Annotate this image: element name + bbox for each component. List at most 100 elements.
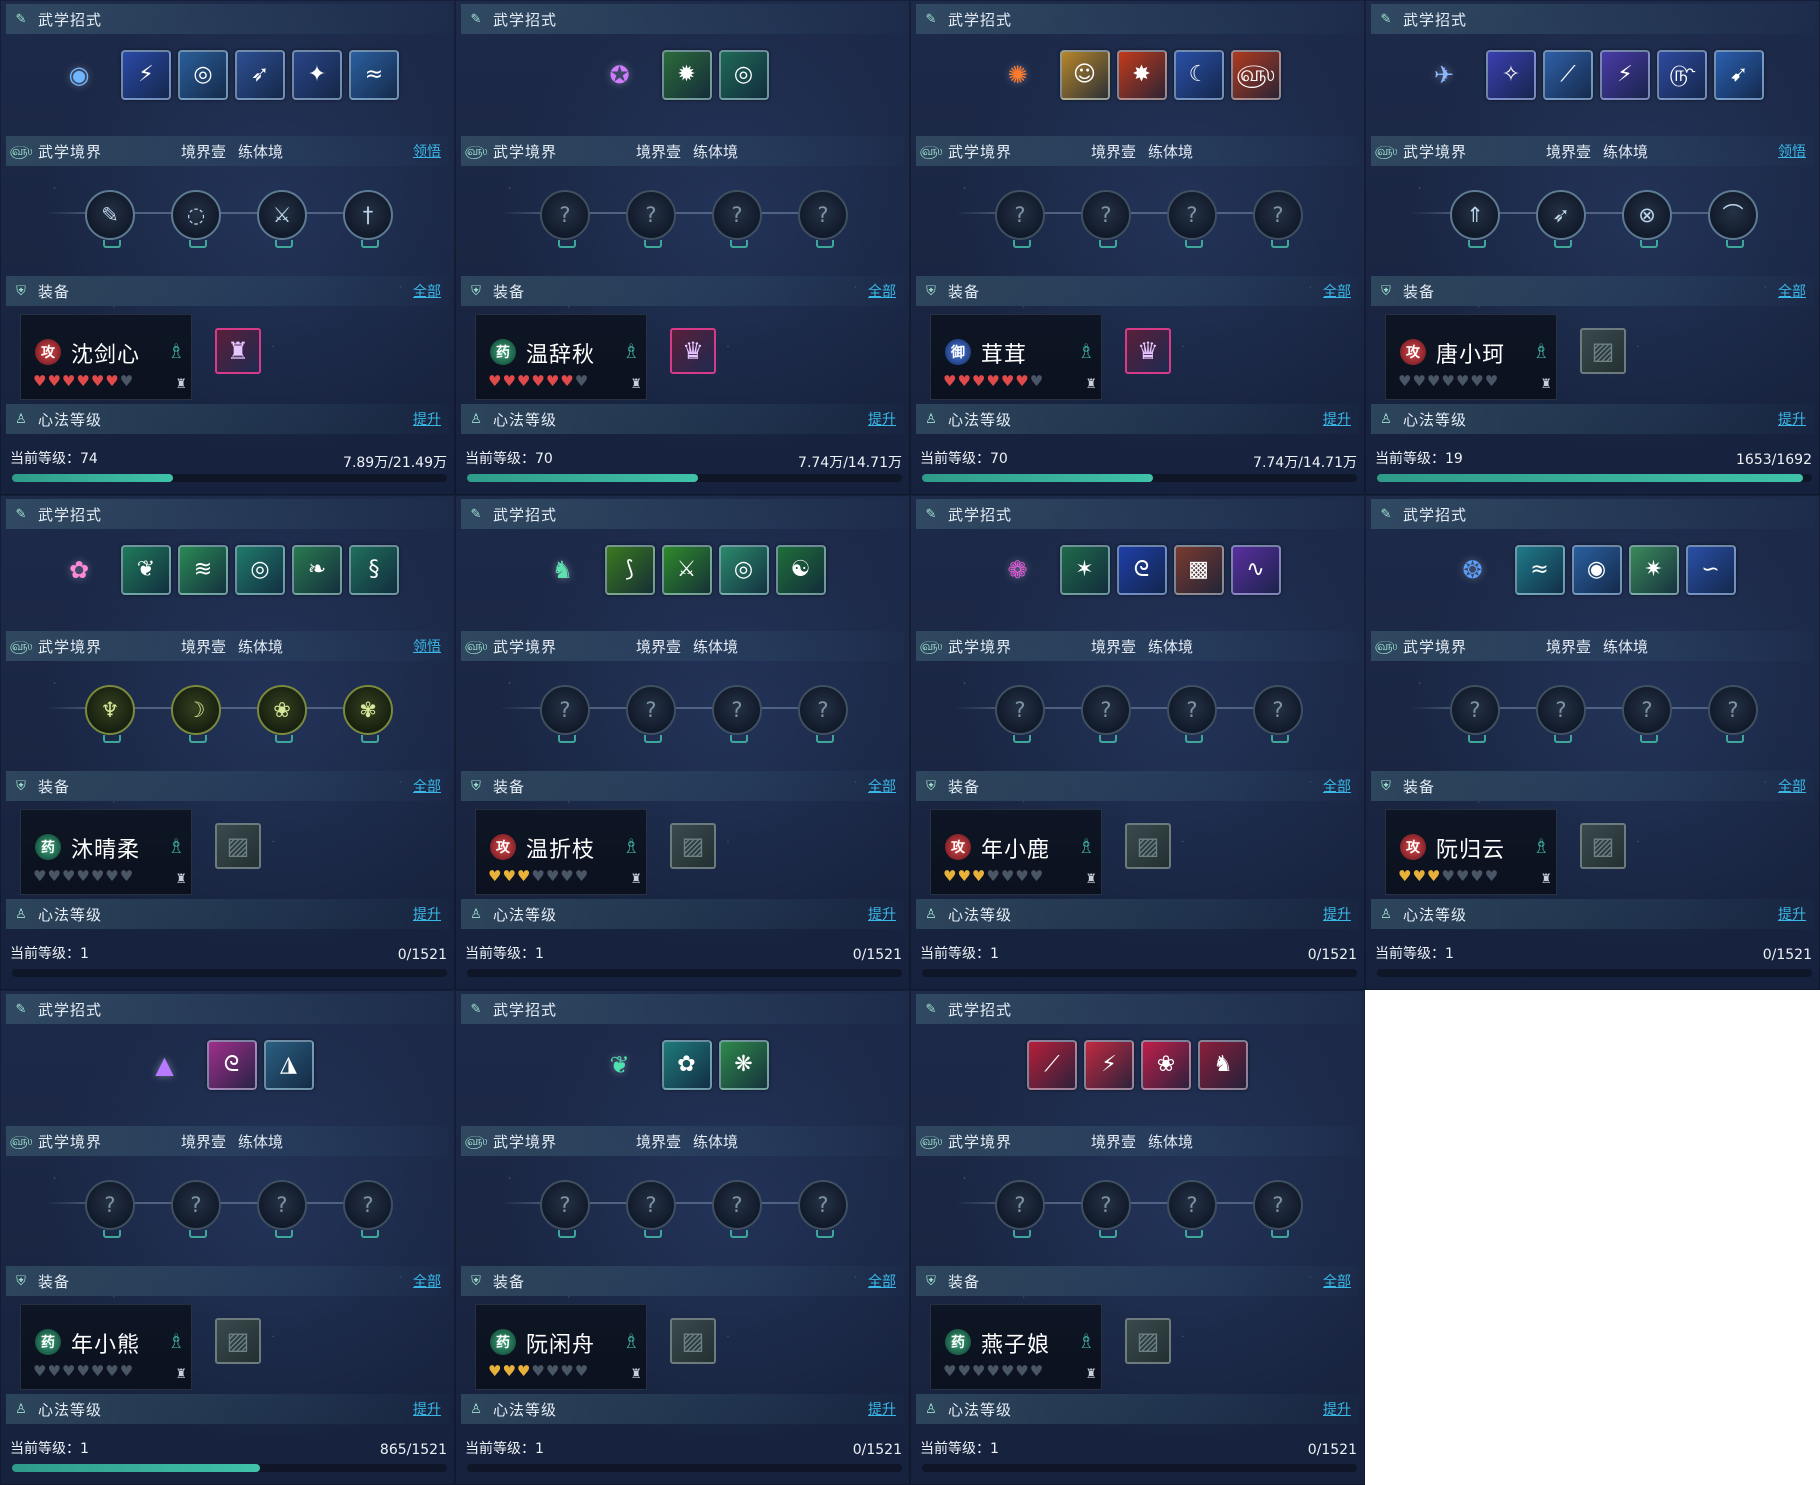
locked-node-icon[interactable]: ? xyxy=(798,1180,848,1238)
red-strike-icon[interactable]: ⚡ xyxy=(1084,1040,1134,1090)
equip-all-link[interactable]: 全部 xyxy=(868,1271,896,1291)
empty-slot-icon[interactable]: ▨ xyxy=(670,823,716,869)
character-card[interactable]: 药温辞秋 ♗ ♥♥♥♥♥♥♥ ♜ xyxy=(475,314,647,400)
green-daisy-icon[interactable]: ❋ xyxy=(718,1040,769,1090)
blue-bird-icon[interactable]: ✈ xyxy=(1421,52,1467,98)
xinfa-upgrade-link[interactable]: 提升 xyxy=(413,409,441,429)
locked-node-icon[interactable]: ? xyxy=(257,1180,307,1238)
equip-all-link[interactable]: 全部 xyxy=(1323,776,1351,796)
purple-rose-icon[interactable]: ❁ xyxy=(995,547,1041,593)
equip-all-link[interactable]: 全部 xyxy=(868,281,896,301)
blue-tide-icon[interactable]: ∽ xyxy=(1685,545,1736,595)
locked-node-icon[interactable]: ? xyxy=(1253,685,1303,743)
locked-node-icon[interactable]: ? xyxy=(1167,1180,1217,1238)
green-leaf-icon[interactable]: ❧ xyxy=(292,545,342,595)
locked-node-icon[interactable]: ? xyxy=(798,190,848,248)
empty-slot-icon[interactable]: ▨ xyxy=(215,823,261,869)
character-card[interactable]: 攻温折枝 ♗ ♥♥♥♥♥♥♥ ♜ xyxy=(475,809,647,895)
fire-burst-icon[interactable]: ✸ xyxy=(1116,50,1167,100)
silver-armor-icon[interactable]: ♛ xyxy=(1125,328,1171,374)
crescent-flower-icon[interactable]: ☽ xyxy=(171,685,221,743)
xinfa-upgrade-link[interactable]: 提升 xyxy=(868,904,896,924)
locked-node-icon[interactable]: ? xyxy=(1081,190,1131,248)
locked-node-icon[interactable]: ? xyxy=(1708,685,1758,743)
locked-node-icon[interactable]: ? xyxy=(712,1180,762,1238)
purple-wave-icon[interactable]: ∿ xyxy=(1230,545,1281,595)
character-card[interactable]: 攻阮归云 ♗ ♥♥♥♥♥♥♥ ♜ xyxy=(1385,809,1557,895)
teal-stream-icon[interactable]: ≈ xyxy=(1514,545,1565,595)
green-warrior-icon[interactable]: ♞ xyxy=(540,547,586,593)
locked-node-icon[interactable]: ? xyxy=(1081,685,1131,743)
lingwu-link[interactable]: 领悟 xyxy=(413,141,441,161)
locked-node-icon[interactable]: ? xyxy=(1167,190,1217,248)
arrow-up-icon[interactable]: ⇑ xyxy=(1450,190,1500,248)
empty-slot-icon[interactable]: ▨ xyxy=(1580,823,1626,869)
blue-orb-icon[interactable]: ◉ xyxy=(56,52,102,98)
xinfa-upgrade-link[interactable]: 提升 xyxy=(1778,904,1806,924)
locked-node-icon[interactable]: ? xyxy=(1253,1180,1303,1238)
blue-wing-icon[interactable]: ➶ xyxy=(235,50,285,100)
green-dragon-icon[interactable]: ❦ xyxy=(121,545,171,595)
golden-buddha-icon[interactable]: ☺ xyxy=(1059,50,1110,100)
green-star-icon[interactable]: ✶ xyxy=(1059,545,1110,595)
locked-node-icon[interactable]: ? xyxy=(995,190,1045,248)
empty-slot-icon[interactable]: ▨ xyxy=(1580,328,1626,374)
equip-all-link[interactable]: 全部 xyxy=(868,776,896,796)
blue-slash-icon[interactable]: ⚡ xyxy=(121,50,171,100)
green-wind-icon[interactable]: ≋ xyxy=(178,545,228,595)
silver-armor-icon[interactable]: ♛ xyxy=(670,328,716,374)
taiji-icon[interactable]: ☯ xyxy=(775,545,826,595)
equip-all-link[interactable]: 全部 xyxy=(1778,281,1806,301)
lingwu-link[interactable]: 领悟 xyxy=(413,636,441,656)
xinfa-upgrade-link[interactable]: 提升 xyxy=(1778,409,1806,429)
locked-node-icon[interactable]: ? xyxy=(626,685,676,743)
xinfa-upgrade-link[interactable]: 提升 xyxy=(868,409,896,429)
empty-slot-icon[interactable]: ▨ xyxy=(215,1318,261,1364)
flame-figure-icon[interactable]: ✺ xyxy=(995,52,1041,98)
green-swirl-icon[interactable]: ◎ xyxy=(235,545,285,595)
blue-vortex-icon[interactable]: ◎ xyxy=(178,50,228,100)
locked-node-icon[interactable]: ? xyxy=(1167,685,1217,743)
blue-whirl-icon[interactable]: ◉ xyxy=(1571,545,1622,595)
purple-figure-icon[interactable]: ✪ xyxy=(597,52,643,98)
xinfa-upgrade-link[interactable]: 提升 xyxy=(1323,904,1351,924)
xinfa-upgrade-link[interactable]: 提升 xyxy=(868,1399,896,1419)
locked-node-icon[interactable]: ? xyxy=(1253,190,1303,248)
crescent-moon-icon[interactable]: ☾ xyxy=(1173,50,1224,100)
locked-node-icon[interactable]: ? xyxy=(712,685,762,743)
locked-node-icon[interactable]: ? xyxy=(995,1180,1045,1238)
locked-node-icon[interactable]: ? xyxy=(1081,1180,1131,1238)
lotus-bloom-icon[interactable]: ✾ xyxy=(343,685,393,743)
character-card[interactable]: 攻唐小珂 ♗ ♥♥♥♥♥♥♥ ♜ xyxy=(1385,314,1557,400)
locked-node-icon[interactable]: ? xyxy=(171,1180,221,1238)
blue-feather-icon[interactable]: ⟋ xyxy=(1543,50,1593,100)
pink-dancer-icon[interactable]: ✿ xyxy=(56,547,102,593)
locked-node-icon[interactable]: ? xyxy=(540,1180,590,1238)
red-rose-icon[interactable]: ❀ xyxy=(1141,1040,1191,1090)
equip-all-link[interactable]: 全部 xyxy=(1778,776,1806,796)
xinfa-upgrade-link[interactable]: 提升 xyxy=(413,904,441,924)
character-card[interactable]: 药燕子娘 ♗ ♥♥♥♥♥♥♥ ♜ xyxy=(930,1304,1102,1390)
green-serpent-icon[interactable]: § xyxy=(349,545,399,595)
blue-dancer-icon[interactable]: ✧ xyxy=(1486,50,1536,100)
green-ring-icon[interactable]: ◎ xyxy=(718,50,769,100)
locked-node-icon[interactable]: ? xyxy=(626,1180,676,1238)
pink-serpent-icon[interactable]: ᘓ xyxy=(206,1040,257,1090)
locked-node-icon[interactable]: ? xyxy=(85,1180,135,1238)
blue-wisp-icon[interactable]: ❂ xyxy=(1450,547,1496,593)
green-claw-icon[interactable]: ⟆ xyxy=(604,545,655,595)
xinfa-upgrade-link[interactable]: 提升 xyxy=(1323,409,1351,429)
empty-slot-icon[interactable]: ▨ xyxy=(1125,823,1171,869)
empty-slot-icon[interactable]: ▨ xyxy=(670,1318,716,1364)
arrows-icon[interactable]: ➶ xyxy=(1536,190,1586,248)
lingwu-link[interactable]: 领悟 xyxy=(1778,141,1806,161)
character-card[interactable]: 御茸茸 ♗ ♥♥♥♥♥♥♥ ♜ xyxy=(930,314,1102,400)
fish-bite-icon[interactable]: ◮ xyxy=(263,1040,314,1090)
armored-figure-icon[interactable]: ♜ xyxy=(215,328,261,374)
locked-node-icon[interactable]: ? xyxy=(626,190,676,248)
teal-flower-icon[interactable]: ✿ xyxy=(661,1040,712,1090)
blue-spin-icon[interactable]: ௹ xyxy=(1657,50,1707,100)
blue-leap-icon[interactable]: ➹ xyxy=(1714,50,1764,100)
green-blade-icon[interactable]: ⚔ xyxy=(661,545,712,595)
swirl-icon[interactable]: ◌ xyxy=(171,190,221,248)
